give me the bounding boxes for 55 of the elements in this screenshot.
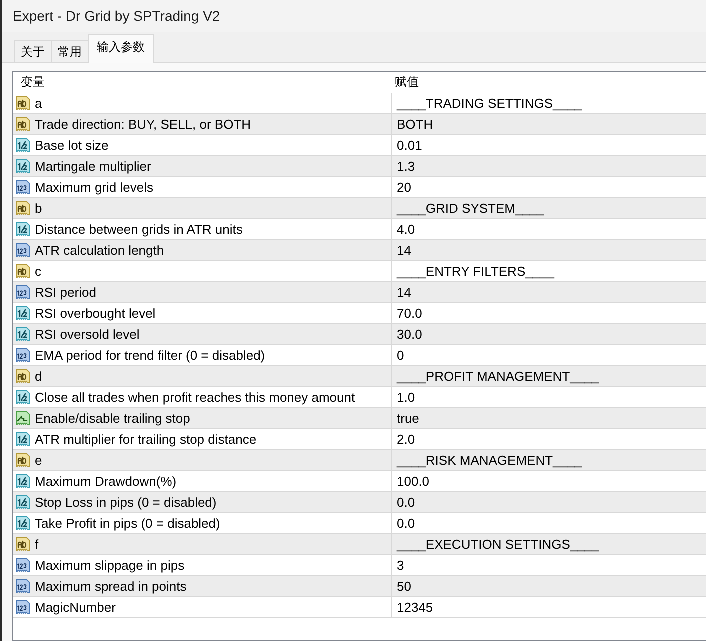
parameter-value[interactable]: 1.3 <box>392 156 706 176</box>
column-header[interactable]: 变量 <box>13 74 389 91</box>
parameter-name: Trade direction: BUY, SELL, or BOTH <box>35 116 252 132</box>
parameter-name: c <box>35 264 42 278</box>
parameter-value[interactable]: ____RISK MANAGEMENT____ <box>392 450 706 470</box>
parameter-name: Maximum spread in points <box>35 578 187 594</box>
parameter-name: EMA period for trend filter (0 = disabled) <box>35 348 266 362</box>
parameter-value[interactable]: ____PROFIT MANAGEMENT____ <box>392 366 706 386</box>
parameter-value[interactable]: ____TRADING SETTINGS____ <box>392 93 706 113</box>
parameter-value[interactable]: 20 <box>392 177 706 197</box>
parameter-value[interactable]: 50 <box>392 576 706 596</box>
parameter-value[interactable]: 12345 <box>392 597 706 617</box>
parameter-value[interactable]: 3 <box>392 555 706 575</box>
parameter-value[interactable]: 2.0 <box>392 429 706 449</box>
parameter-name: Maximum slippage in pips <box>35 558 185 572</box>
tab[interactable]: 关于 <box>14 40 52 62</box>
parameter-value[interactable]: 1.0 <box>392 387 706 407</box>
parameter-value[interactable]: true <box>392 408 706 428</box>
parameter-name: Enable/disable trailing stop <box>35 410 190 426</box>
parameter-name: a <box>35 96 42 110</box>
parameter-name: Martingale multiplier <box>35 158 152 174</box>
tab[interactable]: 输入参数 <box>88 34 154 63</box>
window-title: Expert - Dr Grid by SPTrading V2 <box>13 8 220 24</box>
parameter-name: Close all trades when profit reaches this money amount <box>35 390 356 404</box>
parameter-name: Take Profit in pips (0 = disabled) <box>35 516 220 530</box>
parameter-value[interactable]: 100.0 <box>392 471 706 491</box>
parameter-name: RSI oversold level <box>35 326 140 342</box>
parameter-name: Maximum Drawdown(%) <box>35 474 177 488</box>
parameter-name: Stop Loss in pips (0 = disabled) <box>35 494 217 510</box>
parameter-value[interactable]: 0.01 <box>392 135 706 155</box>
parameter-value[interactable]: 14 <box>392 282 706 302</box>
parameter-value[interactable]: ____GRID SYSTEM____ <box>392 198 706 218</box>
parameter-name: Distance between grids in ATR units <box>35 222 243 236</box>
parameter-value[interactable]: BOTH <box>392 114 706 134</box>
parameter-name: MagicNumber <box>35 600 116 614</box>
parameter-name: d <box>35 368 42 384</box>
parameter-name: ATR calculation length <box>35 242 164 258</box>
parameter-value[interactable]: ____ENTRY FILTERS____ <box>392 261 706 281</box>
parameter-name: b <box>35 200 42 216</box>
parameter-name: Base lot size <box>35 138 109 152</box>
parameter-value[interactable]: 4.0 <box>392 219 706 239</box>
parameter-value[interactable]: 0.0 <box>392 492 706 512</box>
parameter-name: f <box>35 536 39 552</box>
parameter-name: e <box>35 452 42 468</box>
parameter-value[interactable]: 0.0 <box>392 513 706 533</box>
column-header[interactable]: 赋值 <box>389 74 419 91</box>
parameter-name: Maximum grid levels <box>35 180 154 194</box>
parameter-value[interactable]: 14 <box>392 240 706 260</box>
parameter-value[interactable]: ____EXECUTION SETTINGS____ <box>392 534 706 554</box>
parameter-name: RSI overbought level <box>35 306 156 320</box>
parameter-value[interactable]: 70.0 <box>392 303 706 323</box>
parameter-value[interactable]: 30.0 <box>392 324 706 344</box>
parameter-name: ATR multiplier for trailing stop distance <box>35 432 257 446</box>
parameter-name: RSI period <box>35 284 96 300</box>
parameter-value[interactable]: 0 <box>392 345 706 365</box>
